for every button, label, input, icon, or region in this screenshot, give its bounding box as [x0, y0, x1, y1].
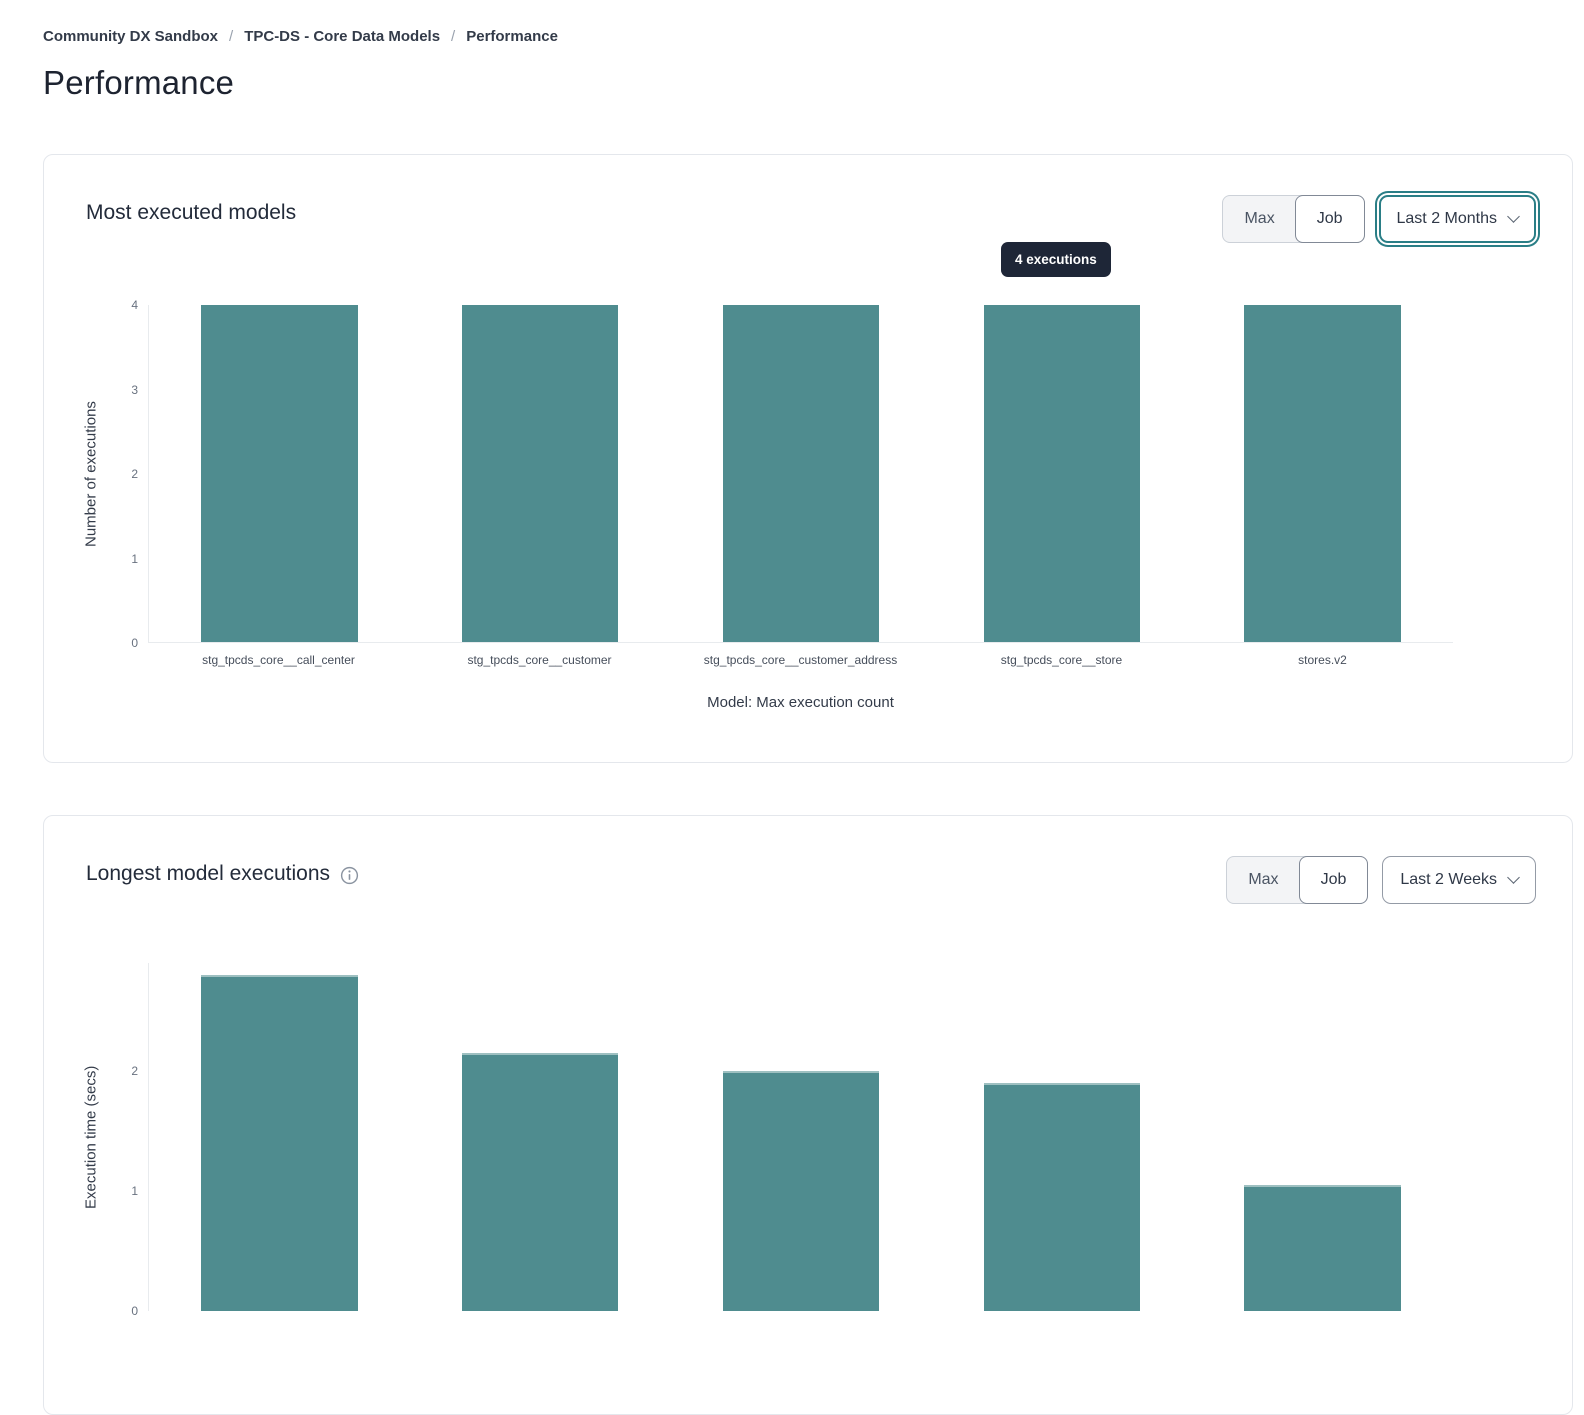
x-category-label: stg_tpcds_core__customer_address [670, 653, 931, 667]
job-toggle-button[interactable]: Job [1299, 856, 1369, 904]
x-axis-title: Model: Max execution count [148, 694, 1453, 711]
y-ticks: 012 [104, 963, 140, 1311]
bar-slot [1192, 305, 1453, 642]
x-category-label: stores.v2 [1192, 653, 1453, 667]
bar-stg_tpcds_core__call_center[interactable] [201, 305, 357, 642]
chart-controls: Max Job Last 2 Months [1222, 195, 1536, 243]
time-range-value: Last 2 Weeks [1400, 871, 1497, 889]
plot-area [148, 305, 1453, 643]
card-title-longest-executions: Longest model executions [86, 862, 359, 886]
chevron-down-icon [1507, 210, 1520, 223]
page-title: Performance [43, 64, 1584, 102]
bar-slot [671, 963, 932, 1311]
breadcrumb-separator: / [229, 28, 233, 45]
y-tick-label: 3 [131, 383, 138, 397]
chart-tooltip: 4 executions [1001, 242, 1111, 277]
max-job-toggle: Max Job [1226, 856, 1368, 904]
y-axis-label: Number of executions [80, 305, 102, 643]
bar-slot [1192, 963, 1453, 1311]
breadcrumb-item-current: Performance [466, 28, 558, 45]
max-job-toggle: Max Job [1222, 195, 1364, 243]
bar-series-2[interactable] [723, 1071, 879, 1311]
chevron-down-icon [1507, 871, 1520, 884]
y-tick-label: 2 [131, 1064, 138, 1078]
bar-slot [410, 305, 671, 642]
breadcrumb: Community DX Sandbox / TPC-DS - Core Dat… [43, 28, 1584, 45]
bar-stg_tpcds_core__customer[interactable] [462, 305, 618, 642]
card-header: Longest model executions Max Job Last 2 … [86, 856, 1536, 904]
y-tick-label: 4 [131, 298, 138, 312]
time-range-value: Last 2 Months [1397, 210, 1498, 228]
bar-stg_tpcds_core__store[interactable] [984, 305, 1140, 642]
bar-slot [149, 963, 410, 1311]
breadcrumb-separator: / [451, 28, 455, 45]
x-labels: stg_tpcds_core__call_centerstg_tpcds_cor… [148, 653, 1453, 667]
bar-series-3[interactable] [984, 1083, 1140, 1311]
x-category-label: stg_tpcds_core__customer [409, 653, 670, 667]
bar-series-1[interactable] [462, 1053, 618, 1311]
info-icon[interactable] [340, 866, 359, 885]
y-tick-label: 1 [131, 552, 138, 566]
max-toggle-button[interactable]: Max [1223, 196, 1295, 242]
bar-slot [149, 305, 410, 642]
job-toggle-button[interactable]: Job [1295, 195, 1365, 243]
card-header: Most executed models Max Job Last 2 Mont… [86, 195, 1536, 243]
bar-slot [410, 963, 671, 1311]
y-tick-label: 0 [131, 636, 138, 650]
bar-series-0[interactable] [201, 975, 357, 1311]
bar-slot [931, 305, 1192, 642]
plot-area [148, 963, 1453, 1311]
max-toggle-button[interactable]: Max [1227, 857, 1299, 903]
time-range-select[interactable]: Last 2 Months [1379, 195, 1537, 243]
bar-stores.v2[interactable] [1244, 305, 1400, 642]
y-tick-label: 2 [131, 467, 138, 481]
bar-series-4[interactable] [1244, 1185, 1400, 1311]
card-title-text: Longest model executions [86, 862, 330, 886]
bar-stg_tpcds_core__customer_address[interactable] [723, 305, 879, 642]
x-category-label: stg_tpcds_core__call_center [148, 653, 409, 667]
bar-slot [931, 963, 1192, 1311]
y-tick-label: 1 [131, 1184, 138, 1198]
bar-slot [671, 305, 932, 642]
performance-page: Community DX Sandbox / TPC-DS - Core Dat… [0, 0, 1584, 1415]
breadcrumb-item-project[interactable]: Community DX Sandbox [43, 28, 218, 45]
x-category-label: stg_tpcds_core__store [931, 653, 1192, 667]
chart-controls: Max Job Last 2 Weeks [1226, 856, 1536, 904]
longest-model-executions-card: Longest model executions Max Job Last 2 … [43, 815, 1573, 1415]
y-tick-label: 0 [131, 1304, 138, 1318]
most-executed-models-card: Most executed models Max Job Last 2 Mont… [43, 154, 1573, 763]
card-title-most-executed: Most executed models [86, 201, 296, 225]
time-range-select[interactable]: Last 2 Weeks [1382, 856, 1536, 904]
y-ticks: 01234 [104, 305, 140, 643]
y-axis-label: Execution time (secs) [80, 963, 102, 1311]
breadcrumb-item-environment[interactable]: TPC-DS - Core Data Models [244, 28, 440, 45]
